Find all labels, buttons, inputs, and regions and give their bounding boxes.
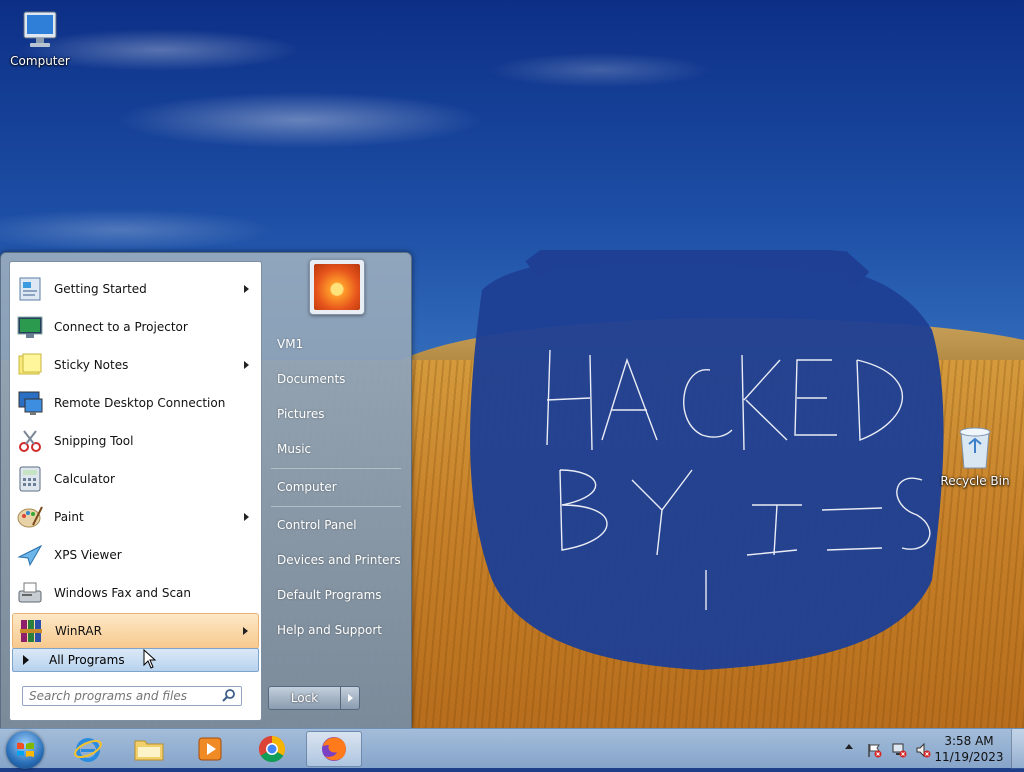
- calculator-icon: [14, 463, 46, 495]
- program-remote-desktop[interactable]: Remote Desktop Connection: [12, 385, 259, 421]
- submenu-arrow-icon[interactable]: [243, 627, 248, 635]
- flower-picture: [314, 264, 360, 310]
- program-label: Paint: [54, 510, 84, 524]
- desktop-icon-computer[interactable]: Computer: [0, 8, 80, 68]
- places-default-programs[interactable]: Default Programs: [269, 580, 403, 610]
- user-picture[interactable]: [309, 259, 365, 315]
- program-label: Windows Fax and Scan: [54, 586, 192, 600]
- program-calculator[interactable]: Calculator: [12, 461, 259, 497]
- places-label: VM1: [277, 337, 304, 351]
- getting-started-icon: [14, 273, 46, 305]
- lock-button-group: Lock: [268, 686, 360, 710]
- places-label: Devices and Printers: [277, 553, 401, 567]
- places-user-folder[interactable]: VM1: [269, 329, 403, 359]
- search-box[interactable]: [22, 686, 242, 706]
- fax-icon: [14, 577, 46, 609]
- program-label: WinRAR: [55, 624, 102, 638]
- search-input[interactable]: [23, 688, 221, 704]
- desktop-icon-label: Computer: [10, 54, 70, 68]
- taskbar-chrome[interactable]: [244, 731, 300, 767]
- submenu-arrow-icon[interactable]: [244, 513, 249, 521]
- separator: [271, 506, 401, 507]
- places-label: Pictures: [277, 407, 325, 421]
- start-menu-places-pane: VM1 Documents Pictures Music Computer Co…: [263, 253, 409, 729]
- program-paint[interactable]: Paint: [12, 499, 259, 535]
- places-label: Music: [277, 442, 312, 456]
- program-windows-fax-scan[interactable]: Windows Fax and Scan: [12, 575, 259, 611]
- firefox-icon: [322, 737, 346, 761]
- mouse-cursor-icon: [143, 649, 157, 669]
- places-label: Default Programs: [277, 588, 382, 602]
- program-label: Remote Desktop Connection: [54, 396, 226, 410]
- tray-overflow-button[interactable]: [845, 744, 853, 749]
- program-label: Connect to a Projector: [54, 320, 188, 334]
- windows-logo-icon: [17, 742, 34, 757]
- program-label: Getting Started: [54, 282, 147, 296]
- all-programs-label: All Programs: [49, 653, 125, 667]
- start-menu-programs-pane: Getting Started Connect to a Projector S…: [9, 261, 262, 721]
- wallpaper-scribble: [470, 250, 944, 670]
- triangle-right-icon: [23, 655, 29, 665]
- action-center-flag-icon[interactable]: [866, 742, 882, 758]
- places-documents[interactable]: Documents: [269, 364, 403, 394]
- taskbar-clock[interactable]: 3:58 AM 11/19/2023: [934, 733, 1004, 765]
- clock-time: 3:58 AM: [944, 734, 994, 748]
- places-label: Documents: [277, 372, 346, 386]
- internet-explorer-icon: [74, 738, 102, 762]
- desktop-icon-recycle-bin[interactable]: Recycle Bin: [935, 424, 1015, 488]
- places-label: Control Panel: [277, 518, 357, 532]
- places-computer[interactable]: Computer: [269, 472, 403, 502]
- submenu-arrow-icon[interactable]: [244, 361, 249, 369]
- chrome-icon: [258, 735, 286, 763]
- places-music[interactable]: Music: [269, 434, 403, 464]
- shutdown-options-button[interactable]: [340, 687, 359, 709]
- separator: [271, 468, 401, 469]
- program-label: Snipping Tool: [54, 434, 134, 448]
- chevron-right-icon: [347, 694, 353, 702]
- winrar-icon: [15, 615, 47, 647]
- computer-icon: [23, 11, 57, 47]
- places-label: Computer: [277, 480, 337, 494]
- desktop-icon-label: Recycle Bin: [940, 474, 1010, 488]
- search-icon[interactable]: [221, 688, 237, 704]
- start-button[interactable]: [6, 731, 44, 769]
- recycle-bin-icon: [959, 427, 991, 469]
- program-winrar[interactable]: WinRAR: [12, 613, 259, 649]
- xps-viewer-icon: [14, 539, 46, 571]
- network-icon[interactable]: [891, 742, 907, 758]
- remote-desktop-icon: [14, 387, 46, 419]
- taskbar-media-player[interactable]: [182, 731, 238, 767]
- program-sticky-notes[interactable]: Sticky Notes: [12, 347, 259, 383]
- program-snipping-tool[interactable]: Snipping Tool: [12, 423, 259, 459]
- taskbar-windows-explorer[interactable]: [121, 731, 177, 767]
- start-menu: Getting Started Connect to a Projector S…: [0, 252, 412, 730]
- program-xps-viewer[interactable]: XPS Viewer: [12, 537, 259, 573]
- program-label: Calculator: [54, 472, 115, 486]
- program-label: XPS Viewer: [54, 548, 122, 562]
- taskbar-firefox[interactable]: [306, 731, 362, 767]
- submenu-arrow-icon[interactable]: [244, 285, 249, 293]
- show-desktop-button[interactable]: [1011, 729, 1024, 769]
- all-programs-button[interactable]: All Programs: [12, 648, 259, 672]
- paint-palette-icon: [14, 501, 46, 533]
- projector-icon: [14, 311, 46, 343]
- scissors-icon: [14, 425, 46, 457]
- taskbar: 3:58 AM 11/19/2023: [0, 728, 1024, 769]
- places-help-support[interactable]: Help and Support: [269, 615, 403, 645]
- places-pictures[interactable]: Pictures: [269, 399, 403, 429]
- clock-date: 11/19/2023: [934, 750, 1004, 764]
- lock-button[interactable]: Lock: [269, 687, 340, 709]
- program-connect-projector[interactable]: Connect to a Projector: [12, 309, 259, 345]
- program-label: Sticky Notes: [54, 358, 129, 372]
- program-getting-started[interactable]: Getting Started: [12, 271, 259, 307]
- places-devices-printers[interactable]: Devices and Printers: [269, 545, 403, 575]
- sticky-notes-icon: [14, 349, 46, 381]
- taskbar-internet-explorer[interactable]: [60, 731, 116, 767]
- volume-muted-icon[interactable]: [915, 742, 931, 758]
- folder-icon: [134, 740, 164, 761]
- places-label: Help and Support: [277, 623, 382, 637]
- media-player-icon: [198, 737, 222, 761]
- lock-label: Lock: [290, 691, 319, 705]
- places-control-panel[interactable]: Control Panel: [269, 510, 403, 540]
